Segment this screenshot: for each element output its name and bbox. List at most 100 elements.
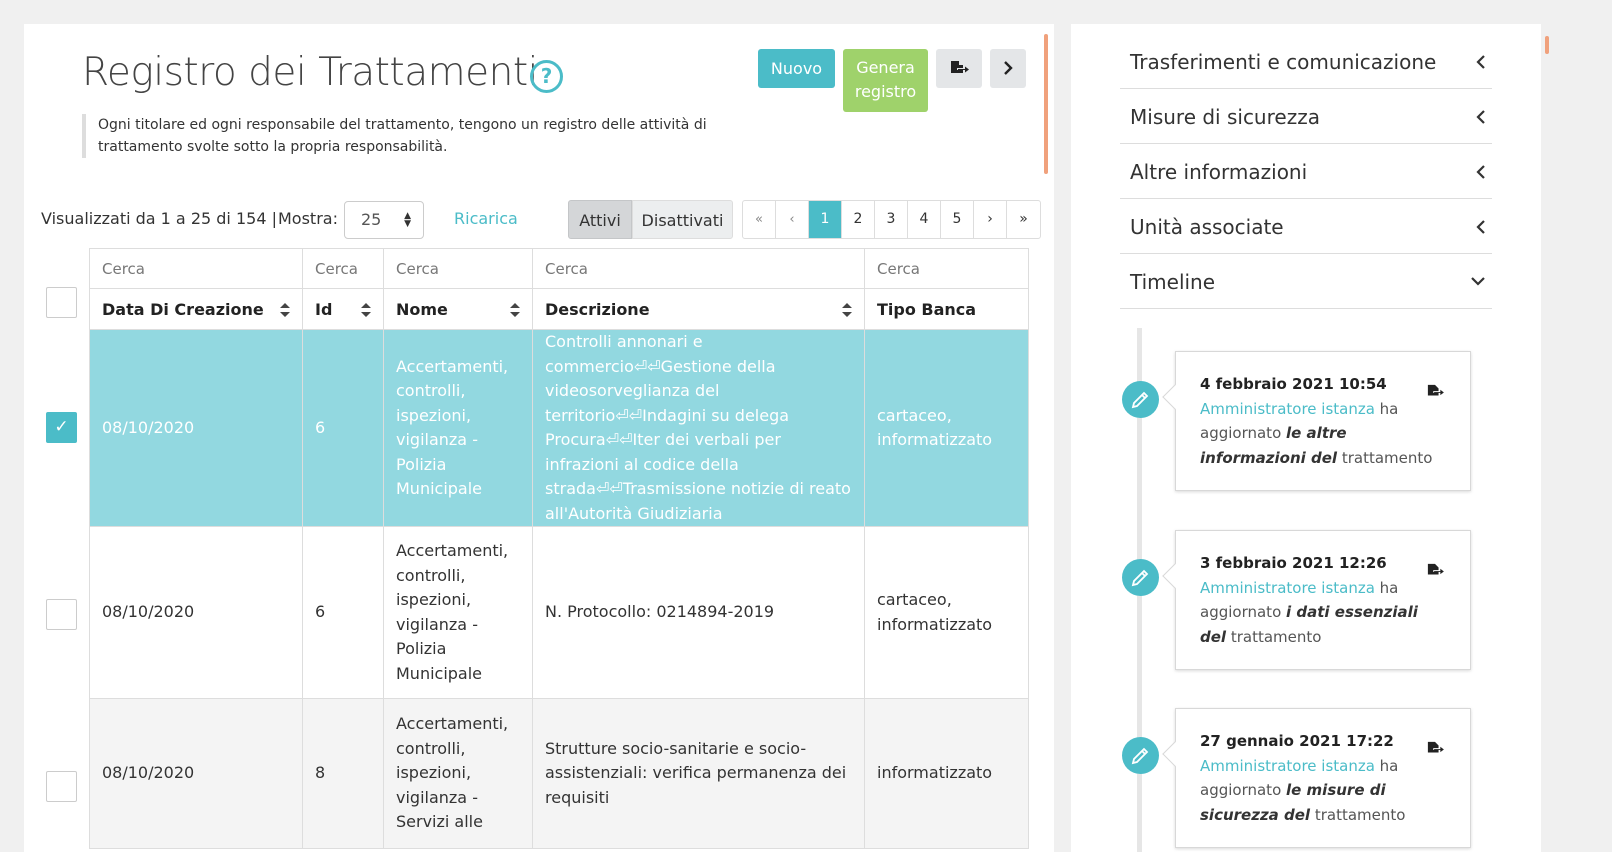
accordion-title: Altre informazioni	[1130, 160, 1308, 184]
accordion-unita[interactable]: Unità associate	[1120, 199, 1492, 254]
cell-nome: Accertamenti, controlli, ispezioni, vigi…	[383, 329, 533, 527]
cell-nome: Accertamenti, controlli, ispezioni, vigi…	[383, 526, 533, 699]
filter-active-button[interactable]: Attivi	[568, 200, 632, 239]
timeline-card: 3 febbraio 2021 12:26 Amministratore ist…	[1162, 530, 1471, 670]
accordion-title: Timeline	[1130, 270, 1216, 294]
sort-icon	[510, 303, 520, 317]
cell-descrizione: Controlli annonari e commercio⏎⏎Gestione…	[532, 329, 865, 527]
cell-tipo: cartaceo, informatizzato	[864, 329, 1029, 527]
timeline-text: Amministratore istanza ha aggiornato le …	[1200, 397, 1446, 471]
timeline-date: 3 febbraio 2021 12:26	[1200, 554, 1387, 572]
timeline-date: 4 febbraio 2021 10:54	[1200, 375, 1387, 393]
timeline-marker	[1122, 559, 1159, 596]
cell-tipo: cartaceo, informatizzato	[864, 526, 1029, 699]
column-header-nome[interactable]: Nome	[383, 288, 533, 330]
records-table: Cerca Cerca Cerca Cerca Cerca Data Di Cr…	[89, 248, 1029, 849]
export-button[interactable]	[936, 49, 982, 88]
file-export-icon	[951, 61, 969, 73]
page-4[interactable]: 4	[908, 201, 941, 238]
column-header-descrizione[interactable]: Descrizione	[532, 288, 865, 330]
generate-register-label-2: registro	[854, 82, 917, 101]
timeline-marker	[1122, 381, 1159, 418]
table-row[interactable]: 08/10/2020 6 Accertamenti, controlli, is…	[89, 329, 1029, 527]
pencil-icon	[1131, 391, 1149, 409]
search-id-input[interactable]: Cerca	[302, 248, 384, 289]
column-label: Descrizione	[545, 299, 650, 319]
page-1[interactable]: 1	[809, 201, 842, 238]
question-circle-icon[interactable]: ?	[530, 60, 563, 93]
filter-disabled-button[interactable]: Disattivati	[632, 200, 733, 239]
accordion-trasferimenti[interactable]: Trasferimenti e comunicazione	[1120, 34, 1492, 89]
records-info: Visualizzati da 1 a 25 di 154 |	[41, 209, 277, 228]
file-export-icon[interactable]	[1426, 563, 1444, 579]
next-button[interactable]	[990, 49, 1026, 88]
timeline-author-link[interactable]: Amministratore istanza	[1200, 400, 1375, 418]
cell-id: 8	[302, 698, 384, 849]
table-row[interactable]: 08/10/2020 6 Accertamenti, controlli, is…	[89, 526, 1029, 699]
accordion-misure[interactable]: Misure di sicurezza	[1120, 89, 1492, 144]
row-3-checkbox[interactable]	[46, 771, 77, 802]
side-scrollbar[interactable]	[1545, 36, 1549, 54]
sort-icon	[361, 303, 371, 317]
search-data-input[interactable]: Cerca	[89, 248, 303, 289]
search-nome-input[interactable]: Cerca	[383, 248, 533, 289]
row-2-checkbox[interactable]	[46, 599, 77, 630]
chevron-left-icon	[1476, 220, 1485, 234]
page-title: Registro dei Trattamenti	[82, 50, 538, 95]
timeline-text: Amministratore istanza ha aggiornato i d…	[1200, 576, 1446, 650]
cell-descrizione: N. Protocollo: 0214894-2019	[532, 526, 865, 699]
new-button[interactable]: Nuovo	[758, 49, 835, 88]
column-header-tipo[interactable]: Tipo Banca	[864, 288, 1029, 330]
column-header-id[interactable]: Id	[302, 288, 384, 330]
page-size-select[interactable]: 25 ▲ ▼	[344, 201, 424, 239]
timeline-marker	[1122, 737, 1159, 774]
timeline-tail: trattamento	[1310, 805, 1406, 824]
timeline-card: 4 febbraio 2021 10:54 Amministratore ist…	[1162, 351, 1471, 491]
table-row[interactable]: 08/10/2020 8 Accertamenti, controlli, is…	[89, 698, 1029, 849]
timeline-date: 27 gennaio 2021 17:22	[1200, 732, 1394, 750]
column-label: Tipo Banca	[877, 299, 977, 319]
page-5[interactable]: 5	[941, 201, 974, 238]
page-next[interactable]: ›	[974, 201, 1007, 238]
chevron-down-icon	[1471, 277, 1485, 286]
row-1-checkbox[interactable]: ✓	[46, 412, 77, 443]
timeline-author-link[interactable]: Amministratore istanza	[1200, 579, 1375, 597]
pencil-icon	[1131, 747, 1149, 765]
page-prev[interactable]: ‹	[776, 201, 809, 238]
file-export-icon[interactable]	[1426, 384, 1444, 400]
cell-id: 6	[302, 329, 384, 527]
select-arrows-icon: ▲ ▼	[404, 211, 411, 229]
cell-id: 6	[302, 526, 384, 699]
column-header-data[interactable]: Data Di Creazione	[89, 288, 303, 330]
sort-icon	[280, 303, 290, 317]
page-size-label: Mostra:	[278, 209, 338, 228]
chevron-left-icon	[1476, 55, 1485, 69]
timeline-author-link[interactable]: Amministratore istanza	[1200, 757, 1375, 775]
accordion-altre[interactable]: Altre informazioni	[1120, 144, 1492, 199]
accordion-title: Misure di sicurezza	[1130, 105, 1320, 129]
reload-link[interactable]: Ricarica	[454, 209, 518, 228]
generate-register-label-1: Genera	[856, 58, 915, 77]
page-first[interactable]: «	[743, 201, 776, 238]
page-last[interactable]: »	[1007, 201, 1040, 238]
search-descrizione-input[interactable]: Cerca	[532, 248, 865, 289]
cell-nome: Accertamenti, controlli, ispezioni, vigi…	[383, 698, 533, 849]
search-tipo-input[interactable]: Cerca	[864, 248, 1029, 289]
column-label: Nome	[396, 299, 448, 319]
checkmark-icon: ✓	[54, 417, 69, 437]
pagination: « ‹ 1 2 3 4 5 › »	[742, 200, 1041, 239]
generate-register-button[interactable]: Genera registro	[843, 49, 928, 112]
main-scrollbar[interactable]	[1044, 34, 1048, 174]
chevron-right-icon	[1004, 61, 1013, 75]
page-2[interactable]: 2	[842, 201, 875, 238]
timeline-tail: trattamento	[1337, 448, 1433, 467]
timeline-tail: trattamento	[1226, 627, 1322, 646]
timeline-card: 27 gennaio 2021 17:22 Amministratore ist…	[1162, 708, 1471, 848]
page-description: Ogni titolare ed ogni responsabile del t…	[82, 114, 722, 158]
file-export-icon[interactable]	[1426, 741, 1444, 757]
page-3[interactable]: 3	[875, 201, 908, 238]
accordion-timeline[interactable]: Timeline	[1120, 254, 1492, 309]
chevron-left-icon	[1476, 110, 1485, 124]
select-all-checkbox[interactable]	[46, 287, 77, 318]
chevron-left-icon	[1476, 165, 1485, 179]
